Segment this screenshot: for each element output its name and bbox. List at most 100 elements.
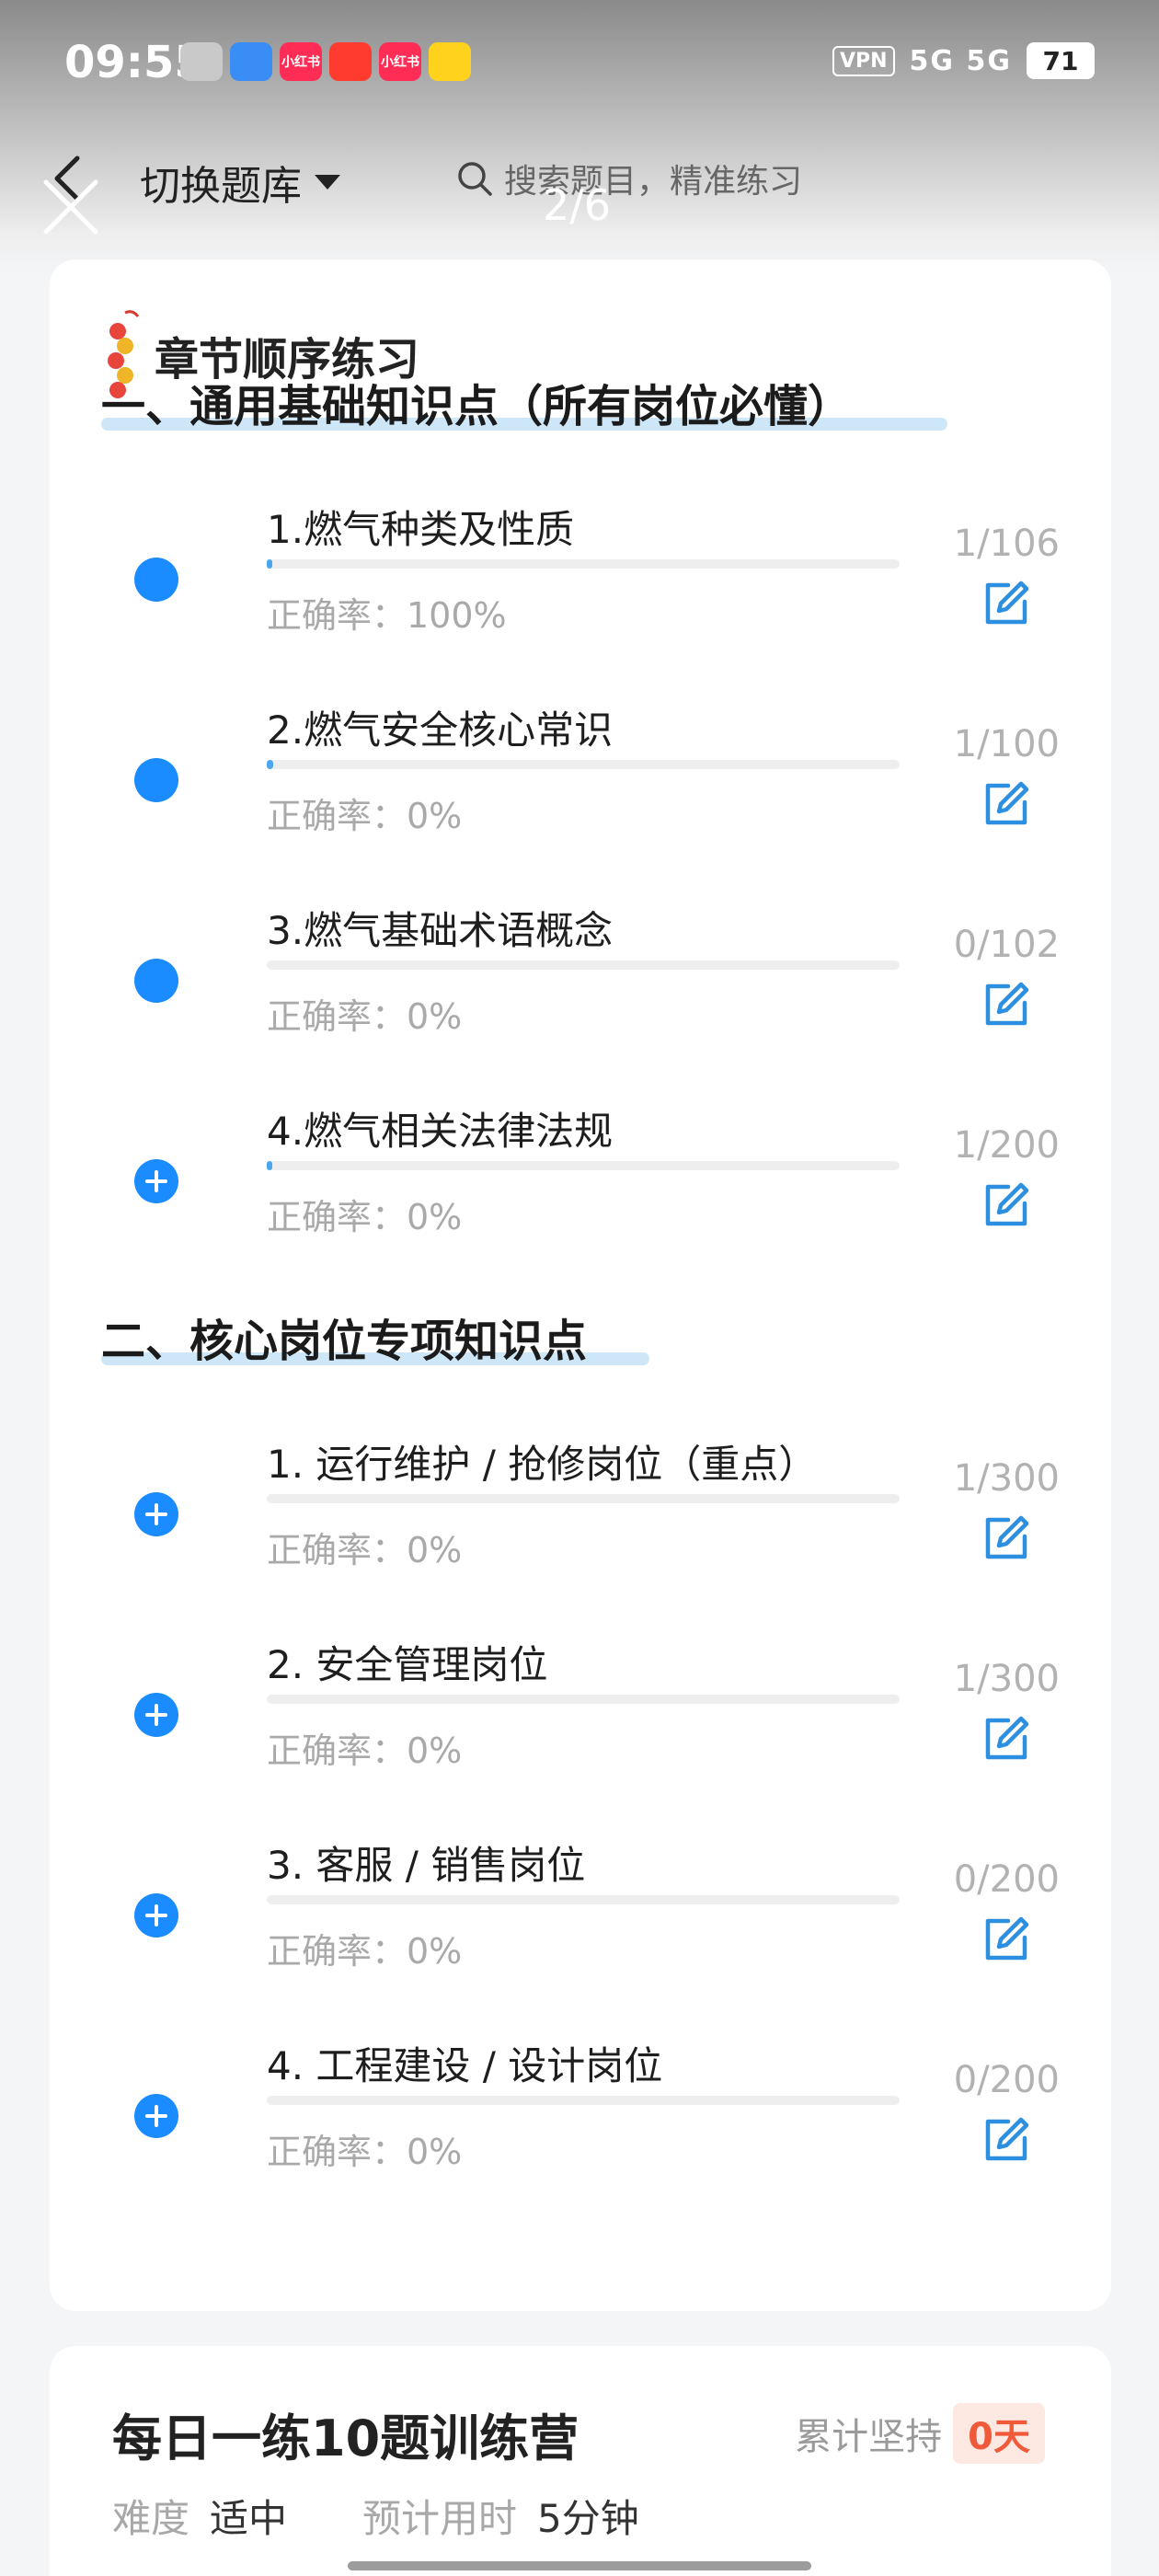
chapter-row[interactable]: 1.燃气种类及性质正确率：100% 1/106 — [50, 471, 1111, 655]
chapter-count: 1/106 — [953, 523, 1060, 565]
chapter-progress-fill — [267, 559, 273, 569]
app-badge — [329, 42, 372, 81]
close-icon — [43, 179, 98, 235]
practice-edit-button[interactable] — [981, 578, 1032, 629]
chapter-row[interactable]: 1. 运行维护 / 抢修岗位（重点） 正确率：0% 1/300 — [50, 1406, 1111, 1590]
chapter-dot-icon[interactable] — [134, 558, 178, 602]
expand-plus-icon[interactable] — [134, 1693, 178, 1737]
switch-question-bank[interactable]: 切换题库 — [140, 153, 340, 212]
chapter-progress-bar — [267, 2096, 900, 2105]
section-title: 一、通用基础知识点（所有岗位必懂） — [101, 381, 853, 432]
time-label: 预计用时 — [362, 2496, 518, 2541]
section-heading: 一、通用基础知识点（所有岗位必懂） — [101, 370, 947, 434]
chapter-name: 3.燃气基础术语概念 — [267, 908, 614, 953]
edit-icon — [985, 581, 1029, 625]
streak-days-badge: 0天 — [953, 2403, 1045, 2464]
chapter-name: 2.燃气安全核心常识 — [267, 707, 614, 753]
camp-meta: 难度 适中 预计用时 5分钟 — [112, 2488, 694, 2544]
chapter-row[interactable]: 4.燃气相关法律法规正确率：0% 1/200 — [50, 1073, 1111, 1257]
chapter-accuracy: 正确率：0% — [267, 996, 463, 1037]
camp-title: 每日一练10题训练营 — [112, 2409, 580, 2467]
chapter-row[interactable]: 2. 安全管理岗位正确率：0% 1/300 — [50, 1606, 1111, 1790]
edit-icon — [985, 781, 1029, 825]
chapter-name: 4.燃气相关法律法规 — [267, 1109, 614, 1154]
edit-icon — [985, 1716, 1029, 1760]
expand-plus-icon[interactable] — [134, 2094, 178, 2138]
chapter-name: 1. 运行维护 / 抢修岗位（重点） — [267, 1442, 818, 1487]
home-indicator[interactable] — [348, 2561, 811, 2570]
app-badge: 小红书 — [379, 42, 421, 81]
expand-plus-icon[interactable] — [134, 1893, 178, 1938]
chapter-progress-bar — [267, 960, 900, 970]
chapter-progress-bar — [267, 1161, 900, 1170]
edit-icon — [985, 982, 1029, 1026]
chapter-practice-card: 章节顺序练习 一、通用基础知识点（所有岗位必懂） 1.燃气种类及性质 正确率：100… — [50, 259, 1111, 2311]
app-badge: 小红书 — [280, 42, 322, 81]
app-badge — [230, 42, 272, 81]
edit-icon — [985, 1916, 1029, 1961]
chapter-name: 1.燃气种类及性质 — [267, 507, 575, 552]
chapter-row[interactable]: 4. 工程建设 / 设计岗位正确率：0% 0/200 — [50, 2007, 1111, 2191]
section-heading: 二、核心岗位专项知识点 — [101, 1305, 649, 1369]
practice-edit-button[interactable] — [981, 979, 1032, 1030]
chapter-row[interactable]: 2.燃气安全核心常识正确率：0% 1/100 — [50, 672, 1111, 856]
app-badge — [180, 42, 223, 81]
chapter-dot-icon[interactable] — [134, 959, 178, 1003]
search-icon — [458, 162, 492, 196]
vpn-badge: VPN — [832, 45, 895, 76]
chapter-name: 2. 安全管理岗位 — [267, 1642, 548, 1687]
signal-indicator: 5G 5G — [909, 44, 1012, 77]
chapter-row[interactable]: 3. 客服 / 销售岗位 正确率：0% 0/200 — [50, 1807, 1111, 1991]
switch-bank-label: 切换题库 — [140, 163, 302, 210]
chapter-count: 1/200 — [953, 1124, 1060, 1167]
practice-edit-button[interactable] — [981, 1179, 1032, 1231]
status-indicators: VPN 5G 5G 71 — [832, 42, 1095, 79]
chapter-name: 3. 客服 / 销售岗位 — [267, 1843, 586, 1888]
chapter-accuracy: 正确率：0% — [267, 1530, 463, 1570]
notification-app-icons: 小红书 小红书 — [180, 42, 471, 81]
practice-edit-button[interactable] — [981, 1713, 1032, 1765]
chapter-count: 0/200 — [953, 2059, 1060, 2101]
app-badge — [429, 42, 471, 81]
practice-edit-button[interactable] — [981, 2114, 1032, 2166]
edit-icon — [985, 2117, 1029, 2161]
chapter-count: 1/300 — [953, 1457, 1060, 1500]
time-value: 5分钟 — [537, 2496, 639, 2541]
difficulty-label: 难度 — [112, 2496, 190, 2541]
chapter-count: 1/300 — [953, 1658, 1060, 1700]
battery-indicator: 71 — [1027, 42, 1095, 79]
expand-plus-icon[interactable] — [134, 1159, 178, 1203]
status-bar: 09:55 小红书 小红书 VPN 5G 5G 71 — [0, 0, 1159, 129]
chapter-count: 0/200 — [953, 1858, 1060, 1901]
chapter-progress-bar — [267, 1695, 900, 1704]
chapter-accuracy: 正确率：0% — [267, 2132, 463, 2172]
practice-edit-button[interactable] — [981, 1512, 1032, 1564]
chapter-count: 0/102 — [953, 924, 1060, 966]
section-title: 二、核心岗位专项知识点 — [101, 1316, 588, 1367]
chapter-progress-bar — [267, 1494, 900, 1503]
search-bar[interactable]: 搜索题目，精准练习 — [456, 155, 802, 202]
chapter-accuracy: 正确率：0% — [267, 1731, 463, 1771]
chapter-progress-bar — [267, 559, 900, 569]
chapter-accuracy: 正确率：100% — [267, 595, 507, 636]
chapter-progress-bar — [267, 760, 900, 769]
chapter-dot-icon[interactable] — [134, 758, 178, 802]
chapter-row[interactable]: 3.燃气基础术语概念正确率：0% 0/102 — [50, 872, 1111, 1056]
expand-plus-icon[interactable] — [134, 1492, 178, 1536]
edit-icon — [985, 1515, 1029, 1559]
chapter-name: 4. 工程建设 / 设计岗位 — [267, 2043, 663, 2088]
practice-edit-button[interactable] — [981, 778, 1032, 830]
chapter-progress-bar — [267, 1895, 900, 1904]
page-indicator: 2/6 — [543, 180, 612, 230]
edit-icon — [985, 1182, 1029, 1226]
chapter-progress-fill — [267, 1161, 272, 1170]
practice-edit-button[interactable] — [981, 1914, 1032, 1965]
streak-label: 累计坚持 — [795, 2416, 943, 2458]
close-viewer-button[interactable] — [40, 177, 101, 237]
chapter-accuracy: 正确率：0% — [267, 1197, 463, 1237]
difficulty-value: 适中 — [210, 2496, 288, 2541]
chapter-count: 1/100 — [953, 723, 1060, 765]
daily-practice-camp-card[interactable]: 每日一练10题训练营 累计坚持 0天 难度 适中 预计用时 5分钟 — [50, 2346, 1111, 2576]
chapter-accuracy: 正确率：0% — [267, 796, 463, 836]
chapter-progress-fill — [267, 760, 273, 769]
